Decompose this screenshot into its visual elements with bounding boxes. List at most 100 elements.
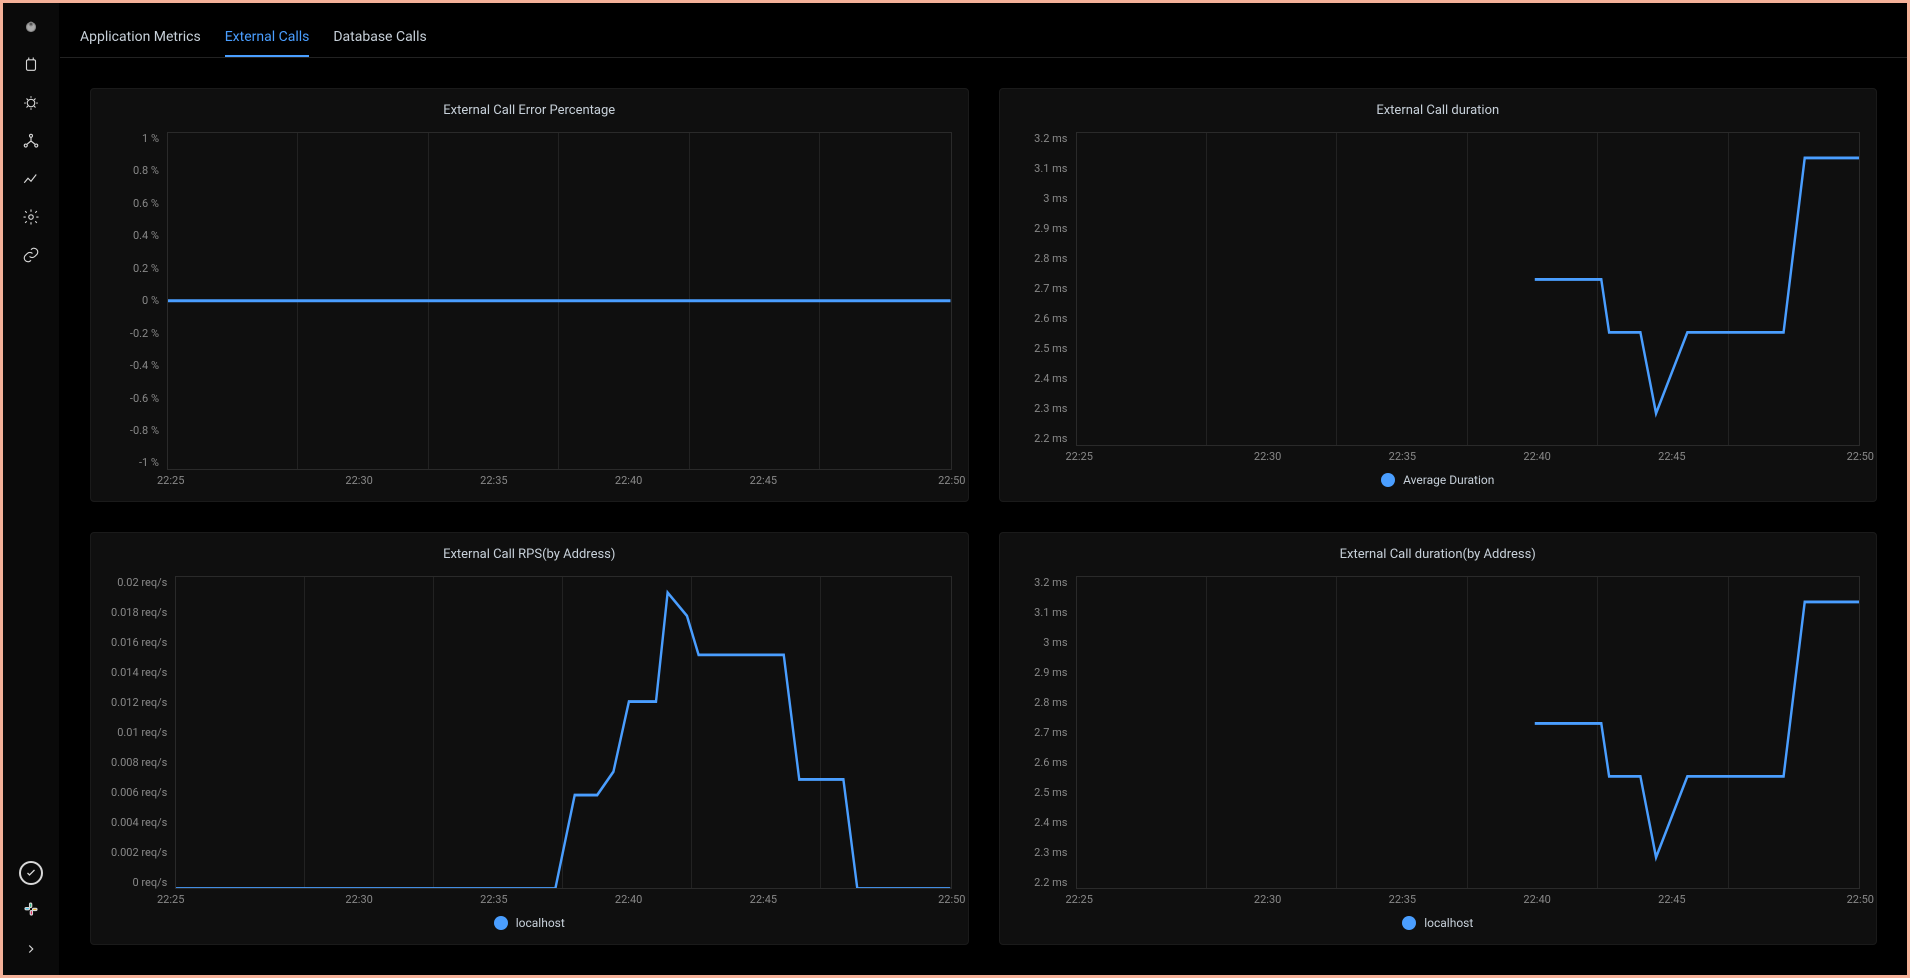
legend-label: localhost — [1424, 916, 1473, 930]
x-tick: 22:50 — [1739, 893, 1874, 906]
y-tick: 3.1 ms — [1034, 606, 1067, 619]
x-tick: 22:50 — [1739, 450, 1874, 463]
sidebar-bottom — [15, 861, 47, 965]
x-tick: 22:30 — [292, 474, 427, 487]
x-axis: 22:2522:3022:3522:4022:4522:50 — [1016, 889, 1861, 906]
chart-legend[interactable]: localhost — [107, 906, 952, 930]
y-tick: 0.012 req/s — [111, 696, 167, 709]
tab-external-calls[interactable]: External Calls — [225, 19, 310, 57]
x-tick: 22:35 — [1335, 450, 1470, 463]
y-tick: 2.5 ms — [1034, 786, 1067, 799]
y-tick: 2.2 ms — [1034, 432, 1067, 445]
bugs-icon[interactable] — [15, 87, 47, 119]
y-tick: 2.7 ms — [1034, 282, 1067, 295]
charts-grid: External Call Error Percentage 1 % 0.8 % 0.… — [60, 58, 1907, 975]
chart-body: 3.2 ms3.1 ms3 ms2.9 ms2.8 ms2.7 ms2.6 ms… — [1016, 576, 1861, 890]
y-tick: 1 % — [142, 132, 159, 145]
x-tick: 22:50 — [831, 474, 966, 487]
chart-panel-duration[interactable]: External Call duration3.2 ms3.1 ms3 ms2.… — [999, 88, 1878, 502]
chart-panel-duration-addr[interactable]: External Call duration(by Address)3.2 ms… — [999, 532, 1878, 946]
y-tick: 0.016 req/s — [111, 636, 167, 649]
y-tick: 2.4 ms — [1034, 372, 1067, 385]
x-tick: 22:30 — [292, 893, 427, 906]
chart-title: External Call Error Percentage — [107, 103, 952, 118]
services-icon[interactable] — [15, 125, 47, 157]
y-tick: 0.014 req/s — [111, 666, 167, 679]
y-axis: 0.02 req/s 0.018 req/s 0.016 req/s 0.014 re… — [111, 576, 175, 890]
y-tick: 0.018 req/s — [111, 606, 167, 619]
x-tick: 22:40 — [561, 893, 696, 906]
settings-icon[interactable] — [15, 201, 47, 233]
chart-title: External Call duration(by Address) — [1016, 547, 1861, 562]
x-tick: 22:25 — [157, 474, 292, 487]
plot-area[interactable] — [1076, 576, 1861, 890]
y-tick: 0.008 req/s — [111, 756, 167, 769]
y-tick: 3 ms — [1043, 636, 1067, 649]
y-tick: 2.3 ms — [1034, 402, 1067, 415]
status-ok-icon[interactable] — [19, 861, 43, 885]
y-tick: 0.8 % — [133, 164, 159, 177]
y-tick: -1 % — [139, 456, 159, 469]
y-tick: -0.8 % — [130, 424, 159, 437]
link-icon[interactable] — [15, 239, 47, 271]
y-tick: 2.8 ms — [1034, 696, 1067, 709]
legend-dot — [1402, 916, 1416, 930]
chart-body: 1 %0.8 %0.6 %0.4 %0.2 %0 %-0.2 %-0.4 %-0… — [107, 132, 952, 470]
alerts-icon[interactable] — [15, 49, 47, 81]
y-tick: 2.9 ms — [1034, 222, 1067, 235]
x-tick: 22:40 — [561, 474, 696, 487]
y-tick: 3.2 ms — [1034, 132, 1067, 145]
x-axis: 22:2522:3022:3522:4022:4522:50 — [107, 889, 952, 906]
app-root: Application Metrics External Calls Datab… — [0, 0, 1910, 978]
y-tick: 2.7 ms — [1034, 726, 1067, 739]
legend-label: Average Duration — [1403, 473, 1494, 487]
chart-body: 0.02 req/s 0.018 req/s 0.016 req/s 0.014 re… — [107, 576, 952, 890]
x-tick: 22:40 — [1470, 450, 1605, 463]
y-tick: 0.006 req/s — [111, 786, 167, 799]
logo-icon[interactable] — [15, 11, 47, 43]
y-tick: -0.4 % — [130, 359, 159, 372]
y-tick: -0.6 % — [130, 392, 159, 405]
y-tick: 0.2 % — [133, 262, 159, 275]
x-tick: 22:40 — [1470, 893, 1605, 906]
y-axis: 1 %0.8 %0.6 %0.4 %0.2 %0 %-0.2 %-0.4 %-0… — [111, 132, 167, 470]
y-tick: 2.5 ms — [1034, 342, 1067, 355]
tab-database-calls[interactable]: Database Calls — [333, 19, 426, 57]
y-axis: 3.2 ms3.1 ms3 ms2.9 ms2.8 ms2.7 ms2.6 ms… — [1020, 132, 1076, 446]
chart-panel-rps[interactable]: External Call RPS(by Address)0.02 req/s0… — [90, 532, 969, 946]
chart-legend[interactable]: localhost — [1016, 906, 1861, 930]
slack-icon[interactable] — [15, 893, 47, 925]
y-tick: 0 req/s — [132, 876, 167, 889]
chart-title: External Call RPS(by Address) — [107, 547, 952, 562]
tab-application-metrics[interactable]: Application Metrics — [80, 19, 201, 57]
plot-area[interactable] — [175, 576, 951, 890]
chart-body: 3.2 ms3.1 ms3 ms2.9 ms2.8 ms2.7 ms2.6 ms… — [1016, 132, 1861, 446]
x-tick: 22:45 — [1605, 893, 1740, 906]
x-axis: 22:2522:3022:3522:4022:4522:50 — [107, 470, 952, 487]
x-tick: 22:35 — [1335, 893, 1470, 906]
expand-icon[interactable] — [15, 933, 47, 965]
metrics-icon[interactable] — [15, 163, 47, 195]
chart-panel-error-pct[interactable]: External Call Error Percentage 1 % 0.8 % 0.… — [90, 88, 969, 502]
y-tick: -0.2 % — [130, 327, 159, 340]
x-axis: 22:2522:3022:3522:4022:4522:50 — [1016, 446, 1861, 463]
y-tick: 2.8 ms — [1034, 252, 1067, 265]
x-tick: 22:30 — [1200, 450, 1335, 463]
x-tick: 22:35 — [427, 474, 562, 487]
tabs-bar: Application Metrics External Calls Datab… — [60, 3, 1907, 58]
x-tick: 22:30 — [1200, 893, 1335, 906]
legend-dot — [494, 916, 508, 930]
legend-label: localhost — [516, 916, 565, 930]
y-tick: 0.4 % — [133, 229, 159, 242]
sidebar — [3, 3, 60, 975]
y-tick: 2.9 ms — [1034, 666, 1067, 679]
plot-area[interactable] — [167, 132, 952, 470]
y-tick: 0.02 req/s — [117, 576, 167, 589]
x-tick: 22:35 — [427, 893, 562, 906]
chart-legend[interactable]: Average Duration — [1016, 463, 1861, 487]
main-content: Application Metrics External Calls Datab… — [60, 3, 1907, 975]
y-tick: 2.2 ms — [1034, 876, 1067, 889]
y-tick: 0.002 req/s — [111, 846, 167, 859]
y-tick: 3 ms — [1043, 192, 1067, 205]
plot-area[interactable] — [1076, 132, 1861, 446]
